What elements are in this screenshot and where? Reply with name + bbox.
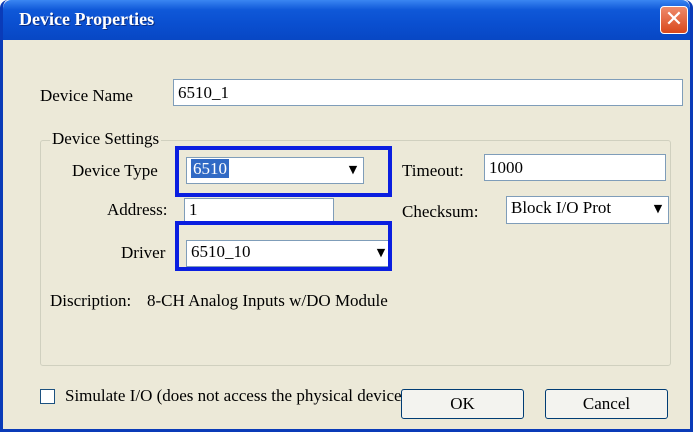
close-button[interactable]: ✕ [660, 6, 688, 34]
ok-button[interactable]: OK [401, 389, 524, 419]
description-label: Discription: [50, 291, 132, 310]
checksum-dropdown[interactable]: Block I/O Prot ▼ [506, 196, 669, 224]
device-properties-dialog: Device Properties ✕ Device Name 6510_1 D… [0, 0, 693, 432]
checksum-label: Checksum: [402, 202, 479, 221]
window-title: Device Properties [19, 9, 155, 29]
device-settings-group-label: Device Settings [50, 129, 162, 149]
device-type-label: Device Type [72, 161, 158, 180]
simulate-io-label[interactable]: Simulate I/O (does not access the physic… [65, 386, 407, 406]
address-input[interactable]: 1 [184, 198, 334, 222]
dialog-body: Device Name 6510_1 Device Settings Devic… [3, 40, 690, 429]
cancel-button[interactable]: Cancel [545, 389, 668, 419]
title-bar[interactable]: Device Properties ✕ [3, 0, 690, 40]
highlight-box-device-type [175, 146, 392, 197]
chevron-down-icon[interactable]: ▼ [649, 198, 667, 222]
simulate-io-checkbox[interactable] [40, 389, 55, 404]
device-name-label: Device Name [40, 86, 133, 105]
checksum-value: Block I/O Prot [511, 198, 612, 217]
timeout-label: Timeout: [402, 161, 464, 180]
close-icon: ✕ [664, 7, 684, 32]
description-value: 8-CH Analog Inputs w/DO Module [147, 291, 388, 310]
highlight-box-driver [175, 221, 392, 271]
device-name-input[interactable]: 6510_1 [173, 79, 683, 106]
timeout-input[interactable]: 1000 [484, 154, 666, 181]
driver-label: Driver [121, 243, 166, 262]
address-label: Address: [107, 200, 168, 219]
